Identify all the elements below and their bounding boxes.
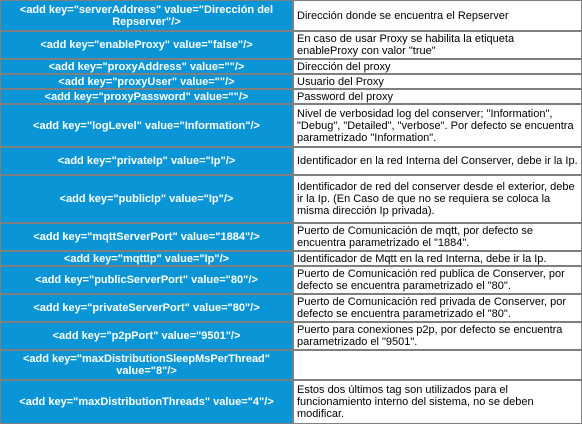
config-key: <add key="proxyAddress" value=""/> <box>0 59 293 74</box>
config-description: Identificador de red del conserver desde… <box>293 175 582 223</box>
config-description: Identificador de Mqtt en la red Interna,… <box>293 251 582 266</box>
config-description: En caso de usar Proxy se habilita la eti… <box>293 31 582 59</box>
table-row: <add key="mqttServerPort" value="1884"/>… <box>0 223 582 251</box>
config-description: Puerto de Comunicación red publica de Co… <box>293 266 582 294</box>
config-description: Dirección del proxy <box>293 59 582 74</box>
table-row: <add key="publicServerPort" value="80"/>… <box>0 266 582 294</box>
table-row: <add key="p2pPort" value="9501"/> Puerto… <box>0 322 582 350</box>
config-key: <add key="p2pPort" value="9501"/> <box>0 322 293 350</box>
config-description: Password del proxy <box>293 89 582 104</box>
config-description: Puerto de Comunicación de mqtt, por defe… <box>293 223 582 251</box>
table-row: <add key="mqttIp" value="Ip"/> Identific… <box>0 251 582 266</box>
table-row: <add key="publicIp" value="Ip"/> Identif… <box>0 175 582 223</box>
config-key: <add key="maxDistributionSleepMsPerThrea… <box>0 350 293 380</box>
config-key: <add key="serverAddress" value="Direcció… <box>0 0 293 31</box>
table-row: <add key="proxyAddress" value=""/> Direc… <box>0 59 582 74</box>
config-key: <add key="publicIp" value="Ip"/> <box>0 175 293 223</box>
config-key: <add key="proxyPassword" value=""/> <box>0 89 293 104</box>
config-description: Puerto de Comunicación red privada de Co… <box>293 294 582 322</box>
config-key: <add key="enableProxy" value="false"/> <box>0 31 293 59</box>
config-key: <add key="maxDistributionThreads" value=… <box>0 380 293 424</box>
table-row: <add key="privateIp" value="Ip"/> Identi… <box>0 147 582 175</box>
table-row: <add key="privateServerPort" value="80"/… <box>0 294 582 322</box>
table-row: <add key="logLevel" value="Information"/… <box>0 104 582 147</box>
table-row: <add key="proxyUser" value=""/> Usuario … <box>0 74 582 89</box>
table-row: <add key="enableProxy" value="false"/> E… <box>0 31 582 59</box>
config-key: <add key="privateIp" value="Ip"/> <box>0 147 293 175</box>
table-row: <add key="proxyPassword" value=""/> Pass… <box>0 89 582 104</box>
config-key: <add key="publicServerPort" value="80"/> <box>0 266 293 294</box>
config-description: Dirección donde se encuentra el Repserve… <box>293 0 582 31</box>
config-description: Identificador en la red Interna del Cons… <box>293 147 582 175</box>
config-key: <add key="logLevel" value="Information"/… <box>0 104 293 147</box>
table-row: <add key="serverAddress" value="Direcció… <box>0 0 582 31</box>
config-description: Puerto para conexiones p2p, por defecto … <box>293 322 582 350</box>
config-key: <add key="mqttServerPort" value="1884"/> <box>0 223 293 251</box>
table-row: <add key="maxDistributionSleepMsPerThrea… <box>0 350 582 380</box>
config-description: Nivel de verbosidad log del conserver; "… <box>293 104 582 147</box>
config-key: <add key="privateServerPort" value="80"/… <box>0 294 293 322</box>
config-description: Usuario del Proxy <box>293 74 582 89</box>
config-key: <add key="mqttIp" value="Ip"/> <box>0 251 293 266</box>
config-key: <add key="proxyUser" value=""/> <box>0 74 293 89</box>
config-description <box>293 350 582 380</box>
config-description: Estos dos últimos tag son utilizados par… <box>293 380 582 424</box>
config-table: <add key="serverAddress" value="Direcció… <box>0 0 582 424</box>
table-row: <add key="maxDistributionThreads" value=… <box>0 380 582 424</box>
